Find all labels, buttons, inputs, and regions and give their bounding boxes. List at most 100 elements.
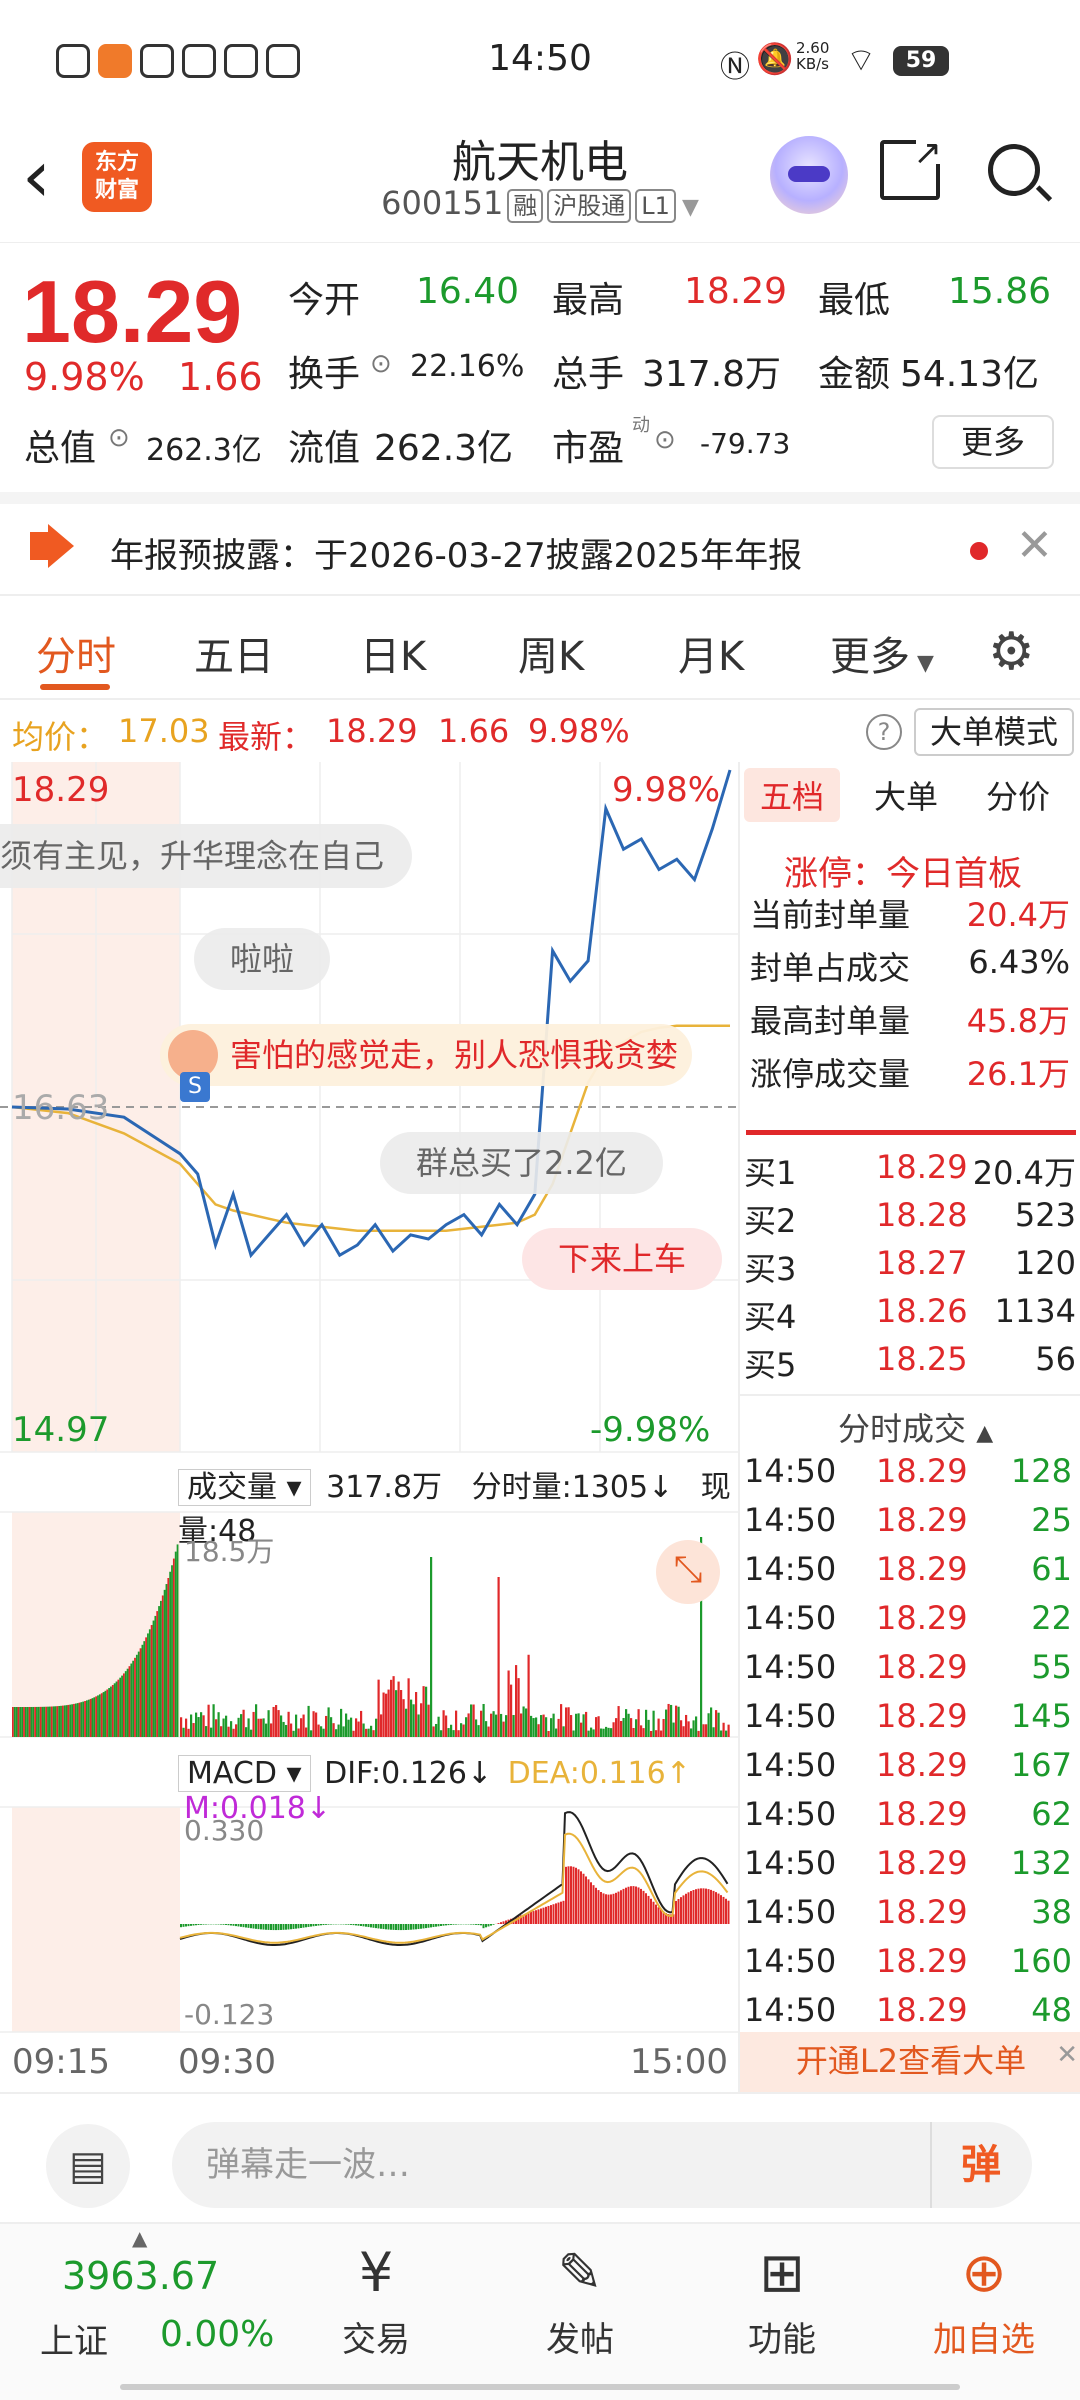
volume-bar bbox=[215, 1719, 218, 1737]
macd-bar bbox=[410, 1924, 412, 1930]
volume-bar bbox=[550, 1718, 553, 1737]
volume-selector[interactable]: 成交量 ▾ bbox=[178, 1469, 311, 1506]
volume-bar bbox=[130, 1663, 133, 1737]
macd-bar bbox=[237, 1924, 240, 1927]
trade-price: 18.29 bbox=[876, 1746, 968, 1784]
macd-bar bbox=[502, 1921, 505, 1924]
close-icon[interactable]: ✕ bbox=[1056, 2026, 1078, 2084]
tab-five-day[interactable]: 五日 bbox=[194, 624, 274, 682]
nav-trade[interactable]: ¥ 交易 bbox=[296, 2234, 456, 2361]
l2-upgrade-banner[interactable]: 开通L2查看大单 ✕ bbox=[740, 2032, 1080, 2092]
macd-bar bbox=[315, 1924, 317, 1926]
volume-bar bbox=[128, 1666, 131, 1737]
nav-post[interactable]: ✎ 发帖 bbox=[500, 2234, 660, 2361]
volume-bar bbox=[275, 1705, 278, 1737]
macd-bar bbox=[345, 1924, 347, 1925]
ai-assistant-icon[interactable] bbox=[770, 136, 848, 214]
info-icon[interactable]: ⊙ bbox=[370, 349, 392, 379]
trades-title[interactable]: 分时成交 ▲ bbox=[838, 1404, 993, 1450]
change-pct: 9.98% bbox=[24, 355, 145, 399]
macd-bar bbox=[387, 1924, 390, 1930]
more-button[interactable]: 更多 bbox=[932, 415, 1054, 469]
volume-bar bbox=[635, 1719, 638, 1737]
index-ticker[interactable]: ▲ 3963.67 上证 0.00% bbox=[20, 2224, 274, 2394]
order-book-tabs: 五档 大单 分价 bbox=[740, 762, 1080, 824]
volume-bar bbox=[82, 1701, 85, 1737]
volume-bar bbox=[65, 1705, 68, 1737]
trade-time: 14:50 bbox=[744, 1844, 837, 1882]
trade-qty: 128 bbox=[1010, 1452, 1072, 1490]
tab-big-orders[interactable]: 大单 bbox=[874, 772, 938, 818]
dif-value: DIF:0.126↓ bbox=[324, 1756, 493, 1791]
volume-bar bbox=[202, 1715, 205, 1737]
danmu-settings-icon[interactable]: ▤ bbox=[46, 2124, 130, 2208]
tab-five-levels[interactable]: 五档 bbox=[744, 768, 841, 822]
trade-price: 18.29 bbox=[876, 1942, 968, 1980]
bid-qty: 56 bbox=[1035, 1340, 1076, 1378]
danmu-bubble[interactable]: 啦啦 bbox=[194, 928, 331, 990]
volume-bar bbox=[126, 1668, 129, 1737]
volume-bar bbox=[158, 1606, 160, 1737]
danmu-bubble[interactable]: 下来上车 bbox=[522, 1228, 723, 1290]
volume-bar bbox=[407, 1678, 410, 1737]
info-icon[interactable]: ⊙ bbox=[654, 425, 676, 455]
macd-bar bbox=[252, 1924, 255, 1929]
trade-qty: 48 bbox=[1031, 1991, 1072, 2029]
share-icon[interactable]: ↗ bbox=[880, 134, 946, 200]
macd-bar bbox=[682, 1895, 685, 1924]
search-icon[interactable] bbox=[988, 144, 1053, 202]
volume-bar bbox=[134, 1657, 136, 1737]
macd-bar bbox=[285, 1924, 287, 1930]
help-icon[interactable]: ? bbox=[866, 714, 902, 750]
volume-bar bbox=[310, 1730, 313, 1737]
tab-monthly-k[interactable]: 月K bbox=[678, 624, 744, 682]
macd-bar bbox=[727, 1900, 730, 1924]
intraday-chart[interactable]: 18.29 9.98% 14.97 -9.98% 16.63 须有主见，升华理念… bbox=[0, 762, 738, 2092]
tab-more[interactable]: 更多 ▼ bbox=[830, 624, 934, 682]
volume-bar bbox=[377, 1679, 380, 1737]
volume-bar bbox=[24, 1706, 27, 1737]
volume-bar bbox=[21, 1706, 24, 1737]
volume-bar bbox=[705, 1724, 708, 1737]
volume-bar bbox=[123, 1673, 125, 1737]
volume-bar bbox=[23, 1706, 25, 1737]
volume-bar bbox=[575, 1713, 578, 1737]
expand-icon[interactable]: ⤡ bbox=[656, 1540, 720, 1604]
danmu-bubble[interactable]: 群总买了2.2亿 bbox=[380, 1132, 663, 1194]
info-icon[interactable]: ⊙ bbox=[108, 423, 130, 453]
close-icon[interactable]: ✕ bbox=[1016, 520, 1053, 571]
macd-bar bbox=[200, 1924, 202, 1925]
macd-bar bbox=[707, 1889, 710, 1924]
tab-price-dist[interactable]: 分价 bbox=[986, 772, 1050, 818]
danmu-bubble-highlight[interactable]: 害怕的感觉走，别人恐惧我贪婪 bbox=[160, 1024, 693, 1086]
notice-bar[interactable]: 年报预披露：于2026-03-27披露2025年年报 ✕ bbox=[0, 492, 1080, 596]
macd-bar bbox=[280, 1924, 282, 1930]
macd-bar bbox=[550, 1905, 552, 1924]
volume-bar bbox=[607, 1727, 610, 1737]
danmu-bubble[interactable]: 须有主见，升华理念在自己 bbox=[0, 824, 413, 888]
macd-bar bbox=[427, 1924, 430, 1928]
volume-bar bbox=[640, 1725, 643, 1737]
volume-bar bbox=[477, 1725, 480, 1737]
macd-bar bbox=[287, 1924, 290, 1930]
low-label: 最低 bbox=[818, 280, 891, 321]
mktcap-label: 总值 bbox=[24, 428, 97, 469]
volume-bar bbox=[435, 1723, 438, 1737]
volume-bar bbox=[176, 1544, 179, 1737]
volume-bar bbox=[330, 1717, 333, 1737]
tab-weekly-k[interactable]: 周K bbox=[518, 624, 584, 682]
nav-functions[interactable]: ⊞ 功能 bbox=[702, 2234, 862, 2361]
tab-daily-k[interactable]: 日K bbox=[360, 624, 426, 682]
macd-min-label: -0.123 bbox=[184, 1998, 275, 2031]
danmu-toggle-button[interactable]: 弹 bbox=[930, 2122, 1030, 2208]
big-order-mode-button[interactable]: 大单模式 bbox=[914, 708, 1074, 756]
volume-bar bbox=[430, 1557, 433, 1737]
macd-selector[interactable]: MACD ▾ bbox=[178, 1755, 311, 1792]
danmu-input[interactable]: 弹幕走一波… bbox=[172, 2122, 1032, 2208]
volume-bar bbox=[570, 1715, 573, 1737]
sell-marker-icon[interactable]: S bbox=[180, 1072, 210, 1102]
tab-intraday[interactable]: 分时 bbox=[36, 624, 116, 682]
nav-add-watchlist[interactable]: ⊕ 加自选 bbox=[904, 2234, 1064, 2361]
settings-gear-icon[interactable]: ⚙ bbox=[988, 622, 1035, 682]
volume-max-label: 18.5万 bbox=[184, 1535, 275, 1568]
